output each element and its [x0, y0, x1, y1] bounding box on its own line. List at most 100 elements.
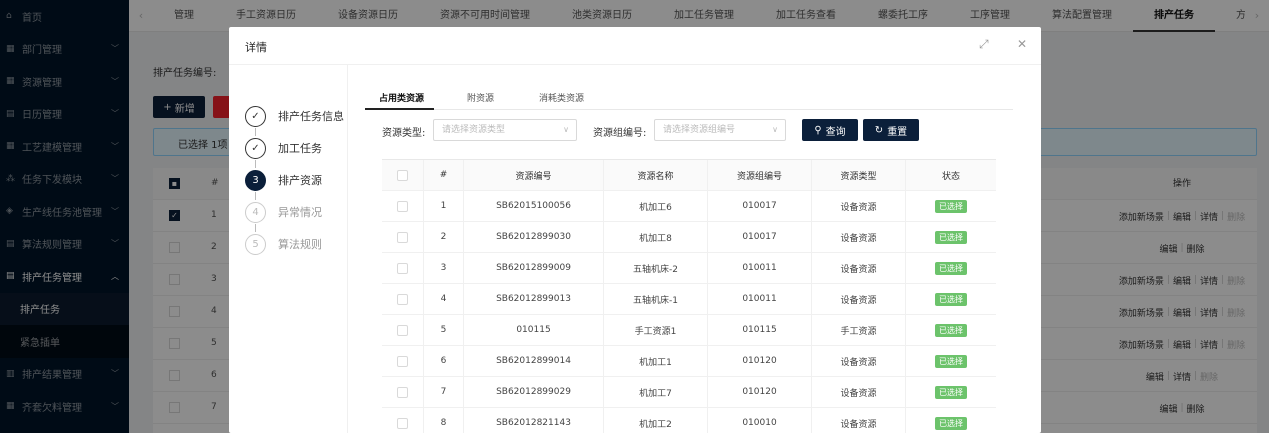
status-cell: 已选择: [906, 315, 996, 345]
reload-icon: ↻: [874, 124, 884, 136]
table-cell: 机加工1: [604, 346, 708, 376]
row-checkbox[interactable]: [382, 191, 424, 221]
table-cell: 手工资源: [812, 315, 906, 345]
table-cell: 5: [424, 315, 464, 345]
tab-occupied-resources[interactable]: 占用类资源: [379, 91, 424, 104]
table-row: 7 SB62012899029 机加工7 010120 设备资源 已选择: [382, 377, 996, 408]
step-label: 算法规则: [278, 238, 322, 251]
table-cell: 五轴机床-2: [604, 253, 708, 283]
column-header: 资源组编号: [708, 160, 812, 190]
step-number: 3: [245, 169, 266, 191]
resource-group-label: 资源组编号:: [593, 128, 647, 139]
status-cell: 已选择: [906, 346, 996, 376]
resource-type-placeholder: 请选择资源类型: [442, 125, 506, 135]
table-cell: 6: [424, 346, 464, 376]
step-item[interactable]: 3 排产资源: [245, 169, 322, 191]
chevron-down-icon: ∨: [772, 125, 778, 134]
step-item[interactable]: ✓ 排产任务信息: [245, 105, 344, 127]
row-checkbox[interactable]: [382, 253, 424, 283]
row-checkbox[interactable]: [382, 377, 424, 407]
checkbox[interactable]: [397, 262, 408, 274]
table-cell: 010120: [708, 377, 812, 407]
step-item[interactable]: 4 异常情况: [245, 201, 322, 223]
checkbox[interactable]: [397, 200, 408, 212]
resource-group-select[interactable]: 请选择资源组编号 ∨: [654, 119, 786, 141]
table-cell: 010010: [708, 408, 812, 433]
status-badge: 已选择: [935, 230, 967, 244]
step-connector: [255, 224, 256, 232]
checkbox[interactable]: [397, 169, 408, 181]
fullscreen-icon[interactable]: ⤢: [979, 37, 989, 52]
tab-attached-resources[interactable]: 附资源: [467, 91, 494, 104]
status-badge: 已选择: [935, 261, 967, 275]
status-cell: 已选择: [906, 284, 996, 314]
step-label: 排产任务信息: [278, 110, 344, 123]
table-cell: 010011: [708, 253, 812, 283]
checkbox[interactable]: [397, 417, 408, 429]
checkbox[interactable]: [397, 324, 408, 336]
query-button-label: 查询: [825, 126, 846, 138]
table-cell: 010115: [464, 315, 604, 345]
checkbox[interactable]: [397, 231, 408, 243]
active-tab-indicator: [365, 108, 434, 110]
table-row: 6 SB62012899014 机加工1 010120 设备资源 已选择: [382, 346, 996, 377]
tab-consumable-resources[interactable]: 消耗类资源: [539, 91, 584, 104]
table-row: 8 SB62012821143 机加工2 010010 设备资源 已选择: [382, 408, 996, 433]
modal-content: 占用类资源 附资源 消耗类资源 资源类型: 请选择资源类型 ∨ 资源组编号: 请…: [365, 65, 1013, 433]
modal-header: 详情 ⤢ ✕: [229, 27, 1041, 65]
row-checkbox[interactable]: [382, 315, 424, 345]
step-item[interactable]: ✓ 加工任务: [245, 137, 322, 159]
resource-type-label: 资源类型:: [382, 128, 426, 139]
table-cell: 1: [424, 191, 464, 221]
table-cell: 手工资源1: [604, 315, 708, 345]
table-cell: 7: [424, 377, 464, 407]
status-badge: 已选择: [935, 416, 967, 430]
status-badge: 已选择: [935, 354, 967, 368]
table-row: 4 SB62012899013 五轴机床-1 010011 设备资源 已选择: [382, 284, 996, 315]
table-cell: SB62015100056: [464, 191, 604, 221]
query-button[interactable]: ⚲ 查询: [802, 119, 858, 141]
step-number: 4: [245, 201, 266, 223]
table-cell: 设备资源: [812, 222, 906, 252]
checkbox[interactable]: [397, 293, 408, 305]
table-cell: 010017: [708, 222, 812, 252]
table-cell: SB62012899030: [464, 222, 604, 252]
step-connector: [255, 128, 256, 136]
reset-button-label: 重置: [887, 126, 908, 138]
checkbox[interactable]: [397, 355, 408, 367]
step-list: ✓ 排产任务信息 ✓ 加工任务 3 排产资源 4 异常情况 5 算法规则: [229, 65, 348, 433]
column-header: 资源名称: [604, 160, 708, 190]
checkbox[interactable]: [397, 386, 408, 398]
step-connector: [255, 192, 256, 200]
status-badge: 已选择: [935, 199, 967, 213]
table-row: 3 SB62012899009 五轴机床-2 010011 设备资源 已选择: [382, 253, 996, 284]
row-checkbox[interactable]: [382, 284, 424, 314]
table-cell: 010115: [708, 315, 812, 345]
select-all-checkbox[interactable]: [382, 160, 424, 190]
table-cell: 机加工7: [604, 377, 708, 407]
step-label: 加工任务: [278, 142, 322, 155]
step-connector: [255, 160, 256, 168]
column-header: 资源类型: [812, 160, 906, 190]
row-checkbox[interactable]: [382, 222, 424, 252]
resource-table-header: # 资源编号 资源名称 资源组编号 资源类型 状态: [382, 160, 996, 191]
table-cell: 4: [424, 284, 464, 314]
row-checkbox[interactable]: [382, 346, 424, 376]
status-badge: 已选择: [935, 292, 967, 306]
table-cell: 机加工6: [604, 191, 708, 221]
row-checkbox[interactable]: [382, 408, 424, 433]
table-row: 1 SB62015100056 机加工6 010017 设备资源 已选择: [382, 191, 996, 222]
table-cell: SB62012821143: [464, 408, 604, 433]
table-cell: 设备资源: [812, 408, 906, 433]
table-cell: 3: [424, 253, 464, 283]
column-header: 资源编号: [464, 160, 604, 190]
column-header: #: [424, 160, 464, 190]
resource-table: # 资源编号 资源名称 资源组编号 资源类型 状态 1 SB62015100056 机加工6 01…: [382, 159, 996, 433]
close-icon[interactable]: ✕: [1017, 37, 1027, 51]
table-cell: SB62012899014: [464, 346, 604, 376]
check-icon: ✓: [245, 105, 266, 127]
step-item[interactable]: 5 算法规则: [245, 233, 322, 255]
resource-type-select[interactable]: 请选择资源类型 ∨: [433, 119, 577, 141]
table-cell: 设备资源: [812, 377, 906, 407]
reset-button[interactable]: ↻ 重置: [863, 119, 919, 141]
